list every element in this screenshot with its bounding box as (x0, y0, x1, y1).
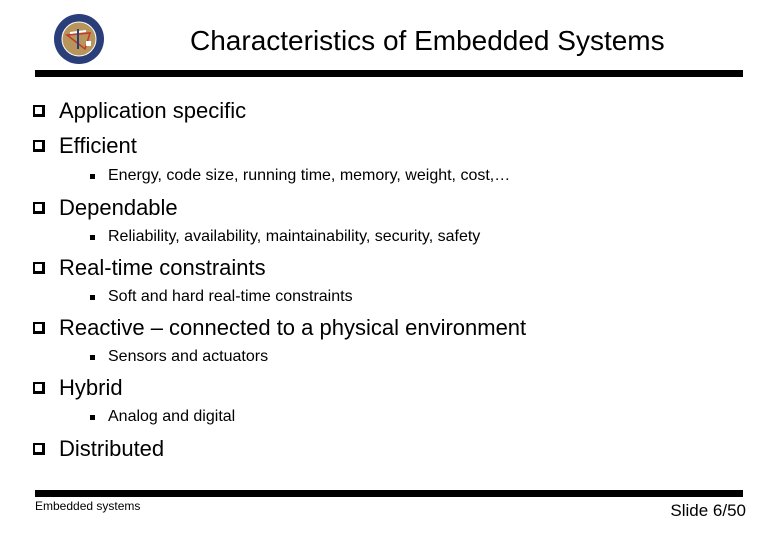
slide-number: Slide 6/50 (670, 501, 746, 520)
square-bullet-icon (90, 294, 95, 300)
title-divider (35, 70, 743, 77)
checkbox-bullet-icon (33, 140, 45, 152)
checkbox-bullet-icon (33, 322, 45, 334)
bullet-text: Distributed (59, 436, 165, 461)
bullet-text: Reactive – connected to a physical envir… (59, 315, 527, 340)
bullet-item: Efficient (33, 133, 137, 159)
checkbox-bullet-icon (33, 443, 45, 455)
sub-bullet-item: Soft and hard real-time constraints (90, 288, 353, 306)
bullet-item: Application specific (33, 98, 246, 124)
square-bullet-icon (90, 234, 95, 240)
square-bullet-icon (90, 414, 95, 420)
checkbox-bullet-icon (33, 202, 45, 214)
sub-bullet-text: Soft and hard real-time constraints (108, 288, 353, 305)
sub-bullet-item: Reliability, availability, maintainabili… (90, 228, 480, 246)
sub-bullet-text: Energy, code size, running time, memory,… (108, 167, 511, 184)
bullet-text: Real-time constraints (59, 255, 266, 280)
sub-bullet-text: Analog and digital (108, 408, 236, 425)
footer-divider (35, 490, 743, 497)
slide-title: Characteristics of Embedded Systems (190, 25, 665, 56)
checkbox-bullet-icon (33, 262, 45, 274)
square-bullet-icon (90, 173, 95, 179)
university-logo (50, 13, 108, 65)
sub-bullet-item: Energy, code size, running time, memory,… (90, 167, 510, 185)
square-bullet-icon (90, 354, 95, 360)
sub-bullet-item: Sensors and actuators (90, 348, 268, 366)
bullet-item: Hybrid (33, 375, 123, 401)
bullet-item: Dependable (33, 195, 178, 221)
checkbox-bullet-icon (33, 105, 45, 117)
sub-bullet-text: Reliability, availability, maintainabili… (108, 228, 481, 245)
bullet-text: Application specific (59, 98, 247, 123)
bullet-text: Efficient (59, 133, 137, 158)
bullet-item: Reactive – connected to a physical envir… (33, 315, 526, 341)
university-seal-icon (54, 14, 104, 64)
sub-bullet-item: Analog and digital (90, 408, 235, 426)
bullet-text: Hybrid (59, 375, 123, 400)
bullet-text: Dependable (59, 195, 178, 220)
bullet-item: Distributed (33, 436, 164, 462)
sub-bullet-text: Sensors and actuators (108, 348, 269, 365)
bullet-item: Real-time constraints (33, 255, 266, 281)
footer-course-name: Embedded systems (35, 499, 141, 513)
checkbox-bullet-icon (33, 382, 45, 394)
